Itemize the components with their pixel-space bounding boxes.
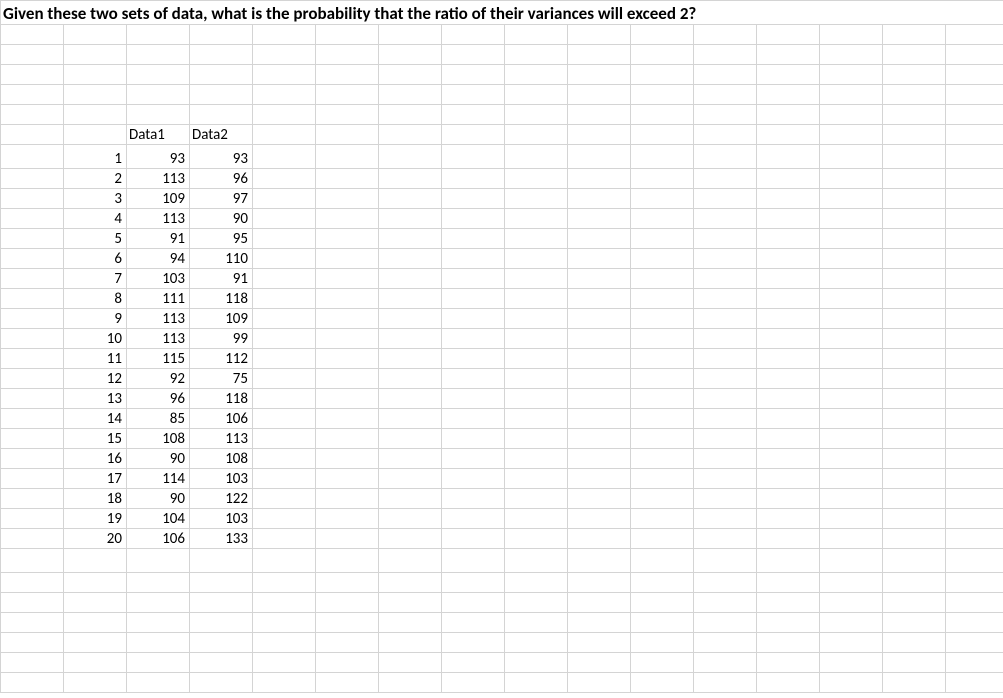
empty-row (1, 85, 1003, 105)
data-row: 1690108 (1, 449, 1003, 469)
row-index[interactable]: 9 (64, 309, 127, 329)
data2-value[interactable]: 95 (190, 229, 253, 249)
row-index[interactable]: 15 (64, 429, 127, 449)
empty-row (1, 25, 1003, 45)
data1-value[interactable]: 93 (127, 145, 190, 169)
data2-value[interactable]: 112 (190, 349, 253, 369)
row-index[interactable]: 18 (64, 489, 127, 509)
row-index[interactable]: 16 (64, 449, 127, 469)
row-index[interactable]: 6 (64, 249, 127, 269)
empty-row (1, 65, 1003, 85)
data2-value[interactable]: 99 (190, 329, 253, 349)
data2-value[interactable]: 103 (190, 509, 253, 529)
data2-value[interactable]: 110 (190, 249, 253, 269)
data1-value[interactable]: 113 (127, 329, 190, 349)
data-row: 20106133 (1, 529, 1003, 549)
data2-value[interactable]: 90 (190, 209, 253, 229)
empty-row (1, 613, 1003, 633)
data2-value[interactable]: 108 (190, 449, 253, 469)
data-row: 15108113 (1, 429, 1003, 449)
data1-value[interactable]: 115 (127, 349, 190, 369)
row-index[interactable]: 3 (64, 189, 127, 209)
data-row: 1011399 (1, 329, 1003, 349)
data1-value[interactable]: 92 (127, 369, 190, 389)
row-index[interactable]: 11 (64, 349, 127, 369)
question-title: Given these two sets of data, what is th… (1, 1, 1003, 25)
data2-value[interactable]: 96 (190, 169, 253, 189)
data2-value[interactable]: 97 (190, 189, 253, 209)
empty-row (1, 105, 1003, 125)
data1-value[interactable]: 114 (127, 469, 190, 489)
data1-value[interactable]: 111 (127, 289, 190, 309)
empty-row (1, 633, 1003, 653)
data2-value[interactable]: 106 (190, 409, 253, 429)
data-row: 1485106 (1, 409, 1003, 429)
spreadsheet-grid[interactable]: Given these two sets of data, what is th… (0, 0, 1003, 693)
empty-row (1, 573, 1003, 593)
data-row: 11115112 (1, 349, 1003, 369)
data2-value[interactable]: 118 (190, 289, 253, 309)
data-row: 1890122 (1, 489, 1003, 509)
empty-row (1, 45, 1003, 65)
data-row: 17114103 (1, 469, 1003, 489)
empty-row (1, 673, 1003, 693)
data1-value[interactable]: 108 (127, 429, 190, 449)
row-index[interactable]: 12 (64, 369, 127, 389)
data1-value[interactable]: 113 (127, 169, 190, 189)
data-row: 129275 (1, 369, 1003, 389)
data1-value[interactable]: 91 (127, 229, 190, 249)
row-index[interactable]: 7 (64, 269, 127, 289)
data2-value[interactable]: 109 (190, 309, 253, 329)
data2-value[interactable]: 93 (190, 145, 253, 169)
data-row: 1396118 (1, 389, 1003, 409)
row-index[interactable]: 2 (64, 169, 127, 189)
data1-value[interactable]: 90 (127, 489, 190, 509)
data1-value[interactable]: 106 (127, 529, 190, 549)
data-row: 694110 (1, 249, 1003, 269)
row-index[interactable]: 19 (64, 509, 127, 529)
data-row: 8111118 (1, 289, 1003, 309)
row-index[interactable]: 20 (64, 529, 127, 549)
empty-row (1, 593, 1003, 613)
empty-row (1, 549, 1003, 573)
row-index[interactable]: 8 (64, 289, 127, 309)
data2-value[interactable]: 113 (190, 429, 253, 449)
data-row: 9113109 (1, 309, 1003, 329)
data2-value[interactable]: 75 (190, 369, 253, 389)
header-data1: Data1 (127, 125, 190, 145)
data-row: 411390 (1, 209, 1003, 229)
data-row: 59195 (1, 229, 1003, 249)
title-row: Given these two sets of data, what is th… (1, 1, 1003, 25)
row-index[interactable]: 17 (64, 469, 127, 489)
data1-value[interactable]: 113 (127, 209, 190, 229)
data-row: 310997 (1, 189, 1003, 209)
data2-value[interactable]: 118 (190, 389, 253, 409)
data-row: 19393 (1, 145, 1003, 169)
row-index[interactable]: 13 (64, 389, 127, 409)
data1-value[interactable]: 90 (127, 449, 190, 469)
data2-value[interactable]: 133 (190, 529, 253, 549)
data-row: 710391 (1, 269, 1003, 289)
data1-value[interactable]: 103 (127, 269, 190, 289)
data1-value[interactable]: 85 (127, 409, 190, 429)
data-row: 211396 (1, 169, 1003, 189)
empty-row (1, 653, 1003, 673)
data1-value[interactable]: 104 (127, 509, 190, 529)
row-index[interactable]: 5 (64, 229, 127, 249)
row-index[interactable]: 10 (64, 329, 127, 349)
row-index[interactable]: 14 (64, 409, 127, 429)
row-index[interactable]: 4 (64, 209, 127, 229)
data1-value[interactable]: 94 (127, 249, 190, 269)
data1-value[interactable]: 109 (127, 189, 190, 209)
data-row: 19104103 (1, 509, 1003, 529)
data2-value[interactable]: 122 (190, 489, 253, 509)
header-data2: Data2 (190, 125, 253, 145)
data1-value[interactable]: 113 (127, 309, 190, 329)
data2-value[interactable]: 91 (190, 269, 253, 289)
data2-value[interactable]: 103 (190, 469, 253, 489)
row-index[interactable]: 1 (64, 145, 127, 169)
header-row: Data1 Data2 (1, 125, 1003, 145)
data1-value[interactable]: 96 (127, 389, 190, 409)
